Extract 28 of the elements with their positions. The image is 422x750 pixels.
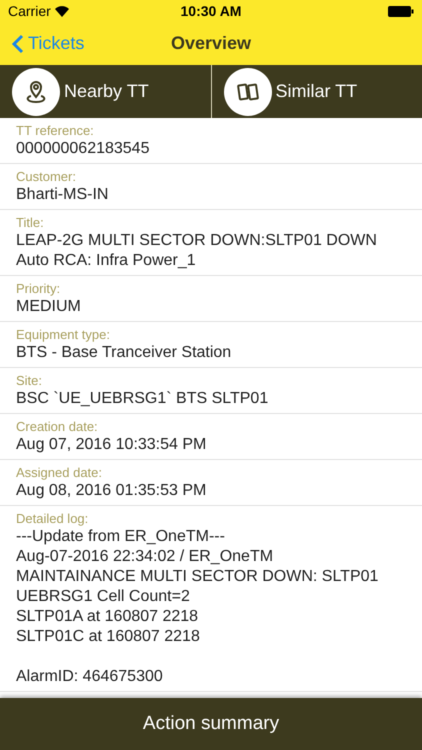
tab-button[interactable]: Nearby TT bbox=[0, 65, 210, 118]
field-value: BTS - Base Tranceiver Station bbox=[16, 343, 232, 363]
field-value: BSC `UE_UEBRSG1` BTS SLTP01 bbox=[16, 389, 270, 409]
wifi-icon bbox=[54, 6, 69, 16]
field-label: Detailed log: bbox=[16, 510, 90, 527]
action-summary-button[interactable]: Action summary bbox=[0, 698, 422, 750]
clock-text: 10:30 AM bbox=[180, 2, 242, 20]
field-label: Site: bbox=[16, 372, 44, 389]
field-value: MEDIUM bbox=[16, 297, 82, 317]
carrier-text: Carrier bbox=[8, 2, 51, 20]
field-value: ---Update from ER_OneTM--- Aug-07-2016 22:34:02 / ER_OneTM MAINTAINANCE MULTI SECTOR DOWN: SLTP01 UEBRSG1 Cell Count=2 SLTP01A at 160807 2218 SLTP01C at 160807 2218 AlarmID: 464675300 bbox=[16, 527, 380, 687]
field-label: Assigned date: bbox=[16, 464, 104, 481]
field-label: TT reference: bbox=[16, 122, 95, 139]
field-label: Title: bbox=[16, 214, 45, 231]
location-pin-icon bbox=[24, 78, 48, 104]
back-chevron-icon bbox=[12, 34, 24, 54]
field-value: Aug 07, 2016 10:33:54 PM bbox=[16, 435, 208, 455]
tab-button[interactable]: Similar TT bbox=[210, 65, 422, 118]
field-value: 000000062183545 bbox=[16, 139, 150, 159]
screen-title: Overview bbox=[170, 32, 252, 55]
field-label: Creation date: bbox=[16, 418, 99, 435]
battery-icon bbox=[388, 6, 414, 16]
field-label: Priority: bbox=[16, 280, 62, 297]
field-value: Aug 08, 2016 01:35:53 PM bbox=[16, 481, 208, 501]
field-label: Customer: bbox=[16, 168, 77, 185]
field-value: Bharti-MS-IN bbox=[16, 185, 110, 205]
field-label: Equipment type: bbox=[16, 326, 111, 343]
field-value: LEAP-2G MULTI SECTOR DOWN:SLTP01 DOWN Auto RCA: Infra Power_1 bbox=[16, 231, 378, 271]
